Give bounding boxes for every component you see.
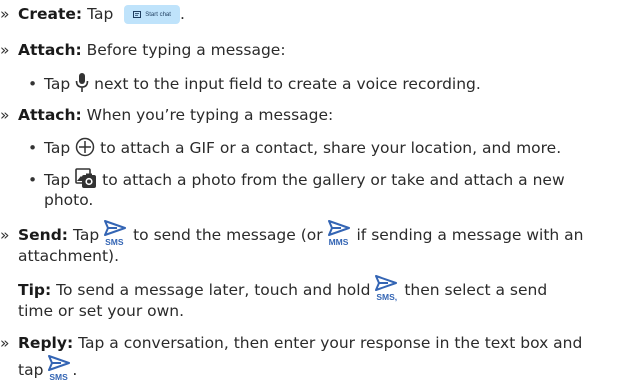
microphone-icon — [75, 73, 89, 92]
chat-icon — [133, 11, 142, 18]
bullet-text-pre: Tap — [44, 139, 71, 157]
attach-before-text: Before typing a message: — [86, 41, 286, 59]
attach-gallery-bullet-cont: photo. — [44, 190, 93, 210]
chevron-marker: » — [0, 226, 10, 244]
start-chat-chip-label: Start chat — [145, 11, 171, 18]
create-text: Tap — [87, 5, 114, 23]
bullet-dot: • — [28, 139, 38, 157]
send-text-cont: attachment). — [18, 247, 120, 265]
send-label: Send: — [18, 226, 69, 244]
bullet-text-post: next to the input field to create a voic… — [94, 75, 481, 93]
attach-gallery-bullet: • Tap to attach a photo from the gallery … — [28, 168, 565, 190]
attach-plus-bullet: • Tap to attach a GIF or a contact, share… — [28, 137, 561, 158]
attach-voice-bullet: • Tap next to the input field to create a… — [28, 72, 481, 94]
send-arrow-icon — [48, 355, 71, 371]
chevron-marker: » — [0, 334, 10, 352]
attach-label: Attach: — [18, 41, 82, 59]
attach-before-line: » Attach: Before typing a message: — [0, 40, 286, 60]
reply-text: Tap a conversation, then enter your resp… — [78, 334, 583, 352]
create-label: Create: — [18, 5, 83, 23]
bullet-text-cont: photo. — [44, 191, 94, 209]
send-arrow-icon — [104, 220, 127, 236]
reply-text-cont: tap — [18, 361, 44, 379]
reply-line: » Reply: Tap a conversation, then enter y… — [0, 333, 582, 353]
tip-line: Tip: To send a message later, touch and … — [18, 275, 548, 302]
mms-label: MMS — [328, 237, 349, 247]
send-sms-icon: SMS — [48, 355, 72, 382]
tip-text-post: then select a send — [404, 281, 548, 299]
send-text-post: if sending a message with an — [356, 226, 584, 244]
bullet-text-post: to attach a GIF or a contact, share your… — [100, 139, 562, 157]
circle-plus-icon — [75, 137, 95, 157]
start-chat-button-image: Start chat — [124, 5, 180, 24]
reply-end: . — [72, 361, 78, 379]
sms-label: SMS — [49, 372, 68, 382]
bullet-text-pre: Tap — [44, 75, 71, 93]
tip-text-pre: To send a message later, touch and hold — [56, 281, 371, 299]
sms-label: SMS, — [376, 292, 398, 302]
send-line-cont: attachment). — [18, 246, 119, 266]
send-line: » Send: Tap SMS to send the message (or M… — [0, 220, 584, 247]
send-mms-icon: MMS — [327, 220, 352, 247]
bullet-text-pre: Tap — [44, 171, 71, 189]
create-line: » Create: Tap Start chat . — [0, 4, 185, 24]
tip-label: Tip: — [18, 281, 52, 299]
reply-line-cont: tap SMS . — [18, 355, 78, 382]
reply-label: Reply: — [18, 334, 74, 352]
send-sms-icon: SMS, — [375, 275, 399, 302]
bullet-dot: • — [28, 75, 38, 93]
send-text-mid: to send the message (or — [133, 226, 323, 244]
send-text-pre: Tap — [72, 226, 100, 244]
chevron-marker: » — [0, 106, 10, 124]
gallery-camera-icon — [75, 168, 97, 188]
tip-text-cont: time or set your own. — [18, 302, 185, 320]
bullet-text-post: to attach a photo from the gallery or ta… — [102, 171, 565, 189]
attach-while-line: » Attach: When you’re typing a message: — [0, 105, 333, 125]
bullet-dot: • — [28, 171, 38, 189]
create-end: . — [179, 5, 185, 23]
instructions-document: » Create: Tap Start chat . » Attach: Befor… — [0, 0, 620, 383]
send-arrow-icon — [327, 220, 350, 236]
attach-while-text: When you’re typing a message: — [86, 106, 334, 124]
chevron-marker: » — [0, 41, 10, 59]
tip-line-cont: time or set your own. — [18, 301, 184, 321]
send-sms-icon: SMS — [104, 220, 128, 247]
send-arrow-icon — [375, 275, 398, 291]
attach-label: Attach: — [18, 106, 82, 124]
chevron-marker: » — [0, 5, 10, 23]
